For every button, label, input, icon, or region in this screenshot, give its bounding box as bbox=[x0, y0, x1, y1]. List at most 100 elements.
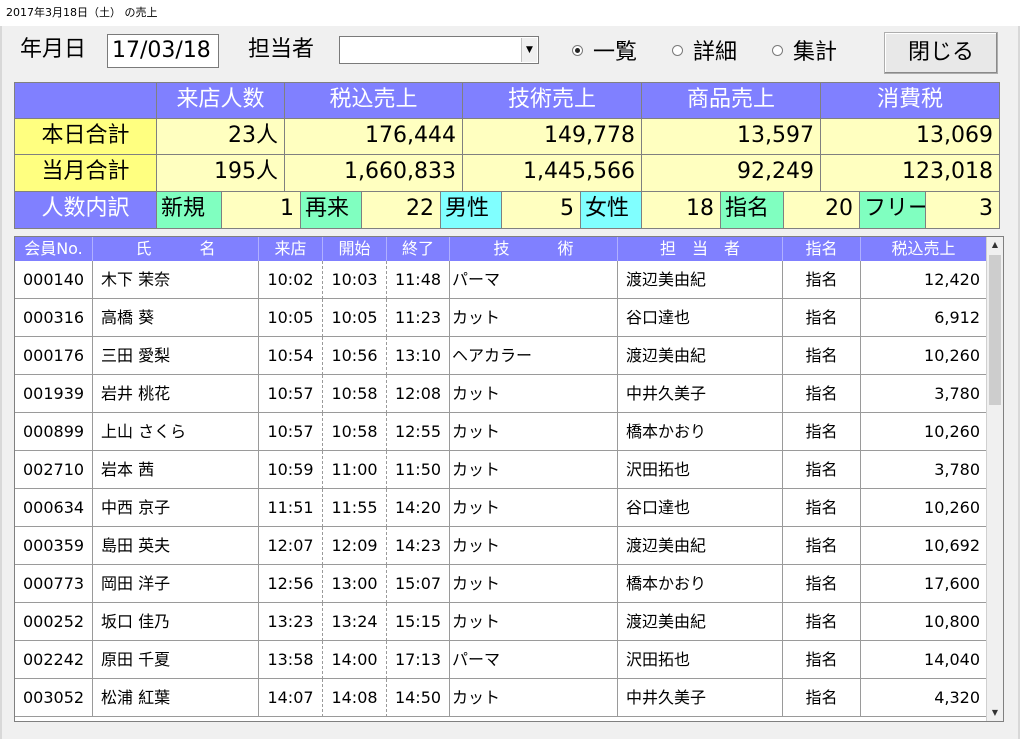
cell-staff: 橋本かおり bbox=[618, 413, 783, 451]
breakdown-item-value: 18 bbox=[641, 191, 721, 229]
table-row[interactable]: 002710 岩本 茜 10:59 11:00 11:50 カット 沢田拓也 指名 3,780 bbox=[15, 451, 987, 489]
cell-member-name: 高橋 葵 bbox=[93, 299, 259, 337]
column-header-sales-amount: 税込売上 bbox=[861, 237, 987, 261]
cell-visit-time: 10:02 bbox=[259, 261, 323, 299]
cell-start-time: 12:09 bbox=[323, 527, 387, 565]
cell-nominated: 指名 bbox=[783, 451, 861, 489]
cell-service: ヘアカラー bbox=[450, 337, 618, 375]
close-button[interactable]: 閉じる bbox=[884, 32, 998, 74]
cell-staff: 渡辺美由紀 bbox=[618, 337, 783, 375]
cell-sales-amount: 10,692 bbox=[861, 527, 987, 565]
scrollbar-thumb[interactable] bbox=[989, 255, 1001, 405]
chevron-up-icon[interactable]: ▲ bbox=[987, 237, 1003, 253]
table-row[interactable]: 000252 坂口 佳乃 13:23 13:24 15:15 カット 渡辺美由紀 指名 10,8… bbox=[15, 603, 987, 641]
radio-list-label: 一覧 bbox=[593, 40, 638, 65]
table-row[interactable]: 000899 上山 さくら 10:57 10:58 12:55 カット 橋本かおり 指名 10,… bbox=[15, 413, 987, 451]
table-row[interactable]: 000359 島田 英夫 12:07 12:09 14:23 カット 渡辺美由紀 指名 10,6… bbox=[15, 527, 987, 565]
cell-sales-amount: 10,800 bbox=[861, 603, 987, 641]
staff-select[interactable]: ▼ bbox=[339, 36, 539, 64]
cell-start-time: 10:03 bbox=[323, 261, 387, 299]
cell-service: カット bbox=[450, 375, 618, 413]
cell-member-name: 木下 茉奈 bbox=[93, 261, 259, 299]
table-row[interactable]: 000316 高橋 葵 10:05 10:05 11:23 カット 谷口達也 指名 6,912 bbox=[15, 299, 987, 337]
summary-header: 税込売上 bbox=[284, 82, 463, 119]
cell-visit-time: 13:58 bbox=[259, 641, 323, 679]
cell-staff: 渡辺美由紀 bbox=[618, 527, 783, 565]
cell-member-no: 000316 bbox=[15, 299, 93, 337]
radio-list-dot[interactable] bbox=[572, 44, 583, 56]
cell-end-time: 14:23 bbox=[387, 527, 450, 565]
cell-member-no: 000773 bbox=[15, 565, 93, 603]
cell-member-no: 001939 bbox=[15, 375, 93, 413]
cell-sales-amount: 6,912 bbox=[861, 299, 987, 337]
cell-member-no: 002710 bbox=[15, 451, 93, 489]
cell-service: パーマ bbox=[450, 641, 618, 679]
summary-corner bbox=[14, 82, 157, 119]
cell-member-no: 000899 bbox=[15, 413, 93, 451]
cell-sales-amount: 10,260 bbox=[861, 489, 987, 527]
date-input[interactable]: 17/03/18 bbox=[107, 34, 219, 68]
radio-summary[interactable]: 集計 bbox=[772, 36, 837, 65]
cell-start-time: 13:00 bbox=[323, 565, 387, 603]
cell-member-name: 三田 愛梨 bbox=[93, 337, 259, 375]
summary-value: 13,597 bbox=[641, 118, 821, 155]
radio-detail[interactable]: 詳細 bbox=[672, 36, 737, 65]
cell-member-name: 坂口 佳乃 bbox=[93, 603, 259, 641]
radio-detail-dot[interactable] bbox=[672, 44, 683, 56]
cell-end-time: 13:10 bbox=[387, 337, 450, 375]
summary-value: 1,660,833 bbox=[284, 154, 463, 192]
cell-end-time: 12:55 bbox=[387, 413, 450, 451]
cell-member-no: 000634 bbox=[15, 489, 93, 527]
table-row[interactable]: 000773 岡田 洋子 12:56 13:00 15:07 カット 橋本かおり 指名 17,6… bbox=[15, 565, 987, 603]
cell-visit-time: 10:57 bbox=[259, 413, 323, 451]
chevron-down-icon[interactable]: ▼ bbox=[987, 705, 1003, 721]
vertical-scrollbar[interactable]: ▲ ▼ bbox=[986, 237, 1003, 721]
breakdown-item-label: フリー bbox=[859, 191, 926, 229]
cell-nominated: 指名 bbox=[783, 679, 861, 717]
summary-header: 商品売上 bbox=[641, 82, 821, 119]
radio-summary-dot[interactable] bbox=[772, 44, 783, 56]
cell-member-no: 003052 bbox=[15, 679, 93, 717]
chevron-down-icon[interactable]: ▼ bbox=[521, 38, 537, 62]
cell-start-time: 10:58 bbox=[323, 375, 387, 413]
table-row[interactable]: 001939 岩井 桃花 10:57 10:58 12:08 カット 中井久美子 指名 3,78… bbox=[15, 375, 987, 413]
cell-member-name: 島田 英夫 bbox=[93, 527, 259, 565]
cell-visit-time: 12:07 bbox=[259, 527, 323, 565]
cell-member-no: 002242 bbox=[15, 641, 93, 679]
cell-sales-amount: 3,780 bbox=[861, 451, 987, 489]
summary-header: 消費税 bbox=[820, 82, 1000, 119]
cell-nominated: 指名 bbox=[783, 299, 861, 337]
table-row[interactable]: 000176 三田 愛梨 10:54 10:56 13:10 ヘアカラー 渡辺美由紀 指名 10… bbox=[15, 337, 987, 375]
cell-staff: 谷口達也 bbox=[618, 489, 783, 527]
cell-visit-time: 10:57 bbox=[259, 375, 323, 413]
cell-staff: 沢田拓也 bbox=[618, 451, 783, 489]
breakdown-item-value: 1 bbox=[221, 191, 301, 229]
cell-visit-time: 10:05 bbox=[259, 299, 323, 337]
cell-end-time: 17:13 bbox=[387, 641, 450, 679]
cell-member-no: 000140 bbox=[15, 261, 93, 299]
cell-end-time: 12:08 bbox=[387, 375, 450, 413]
breakdown-label: 人数内訳 bbox=[14, 191, 157, 229]
table-row[interactable]: 002242 原田 千夏 13:58 14:00 17:13 パーマ 沢田拓也 指名 14,04… bbox=[15, 641, 987, 679]
summary-value: 13,069 bbox=[820, 118, 1000, 155]
cell-start-time: 14:00 bbox=[323, 641, 387, 679]
cell-nominated: 指名 bbox=[783, 603, 861, 641]
cell-member-name: 原田 千夏 bbox=[93, 641, 259, 679]
cell-nominated: 指名 bbox=[783, 527, 861, 565]
radio-list[interactable]: 一覧 bbox=[572, 36, 638, 65]
sales-list[interactable]: 会員No. 氏 名来店 開始 終了技 術担 当 者指名 税込売上 000140 木下 茉奈… bbox=[14, 236, 1004, 722]
cell-service: パーマ bbox=[450, 261, 618, 299]
cell-member-no: 000359 bbox=[15, 527, 93, 565]
table-row[interactable]: 000140 木下 茉奈 10:02 10:03 11:48 パーマ 渡辺美由紀 指名 12,4… bbox=[15, 261, 987, 299]
table-row[interactable]: 000634 中西 京子 11:51 11:55 14:20 カット 谷口達也 指名 10,26… bbox=[15, 489, 987, 527]
cell-start-time: 11:00 bbox=[323, 451, 387, 489]
cell-service: カット bbox=[450, 527, 618, 565]
table-row[interactable]: 003052 松浦 紅葉 14:07 14:08 14:50 カット 中井久美子 指名 4,32… bbox=[15, 679, 987, 717]
cell-end-time: 11:48 bbox=[387, 261, 450, 299]
breakdown-item-label: 女性 bbox=[580, 191, 642, 229]
breakdown-item-value: 20 bbox=[783, 191, 860, 229]
cell-start-time: 14:08 bbox=[323, 679, 387, 717]
summary-value: 176,444 bbox=[284, 118, 463, 155]
cell-nominated: 指名 bbox=[783, 337, 861, 375]
staff-label: 担当者 bbox=[248, 37, 315, 62]
